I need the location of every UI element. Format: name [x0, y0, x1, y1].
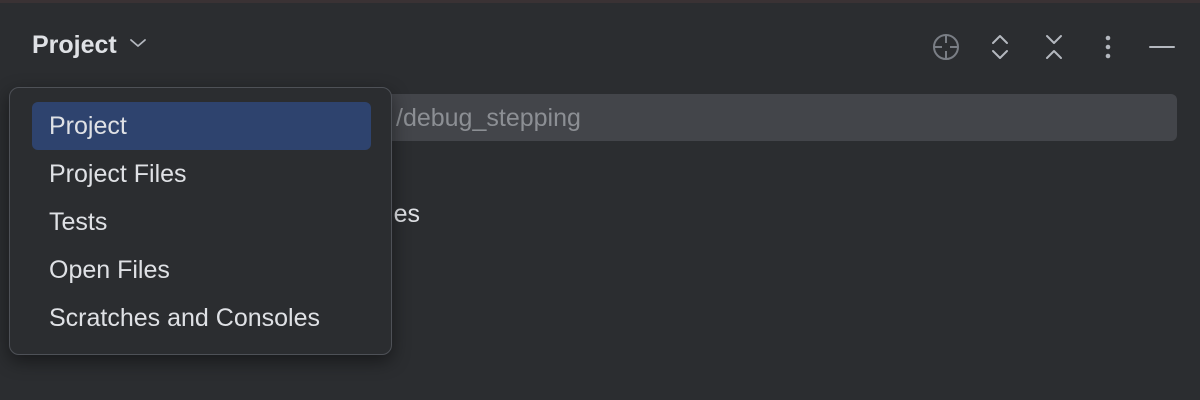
expand-all-button[interactable]	[984, 31, 1016, 63]
menu-item-tests[interactable]: Tests	[32, 198, 371, 246]
menu-item-open-files[interactable]: Open Files	[32, 246, 371, 294]
expand-all-icon	[992, 35, 1008, 59]
menu-item-project-files[interactable]: Project Files	[32, 150, 371, 198]
hide-button[interactable]	[1146, 31, 1178, 63]
view-menu: Project Project Files Tests Open Files S…	[32, 102, 371, 342]
more-options-icon	[1105, 35, 1111, 59]
tool-window-header: Project	[0, 3, 1200, 83]
header-toolbar	[930, 27, 1178, 67]
locate-icon	[933, 34, 959, 60]
panel-title: Project	[32, 30, 117, 59]
chevron-down-icon	[129, 36, 147, 54]
view-selector-popup: Project Project Files Tests Open Files S…	[9, 87, 392, 355]
collapse-all-icon	[1046, 35, 1062, 59]
menu-item-project[interactable]: Project	[32, 102, 371, 150]
locate-button[interactable]	[930, 31, 962, 63]
view-selector-dropdown[interactable]: Project	[32, 29, 147, 61]
more-options-button[interactable]	[1092, 31, 1124, 63]
menu-item-scratches-and-consoles[interactable]: Scratches and Consoles	[32, 294, 371, 342]
hide-icon	[1149, 46, 1175, 48]
collapse-all-button[interactable]	[1038, 31, 1070, 63]
project-path: /debug_stepping	[396, 104, 581, 132]
